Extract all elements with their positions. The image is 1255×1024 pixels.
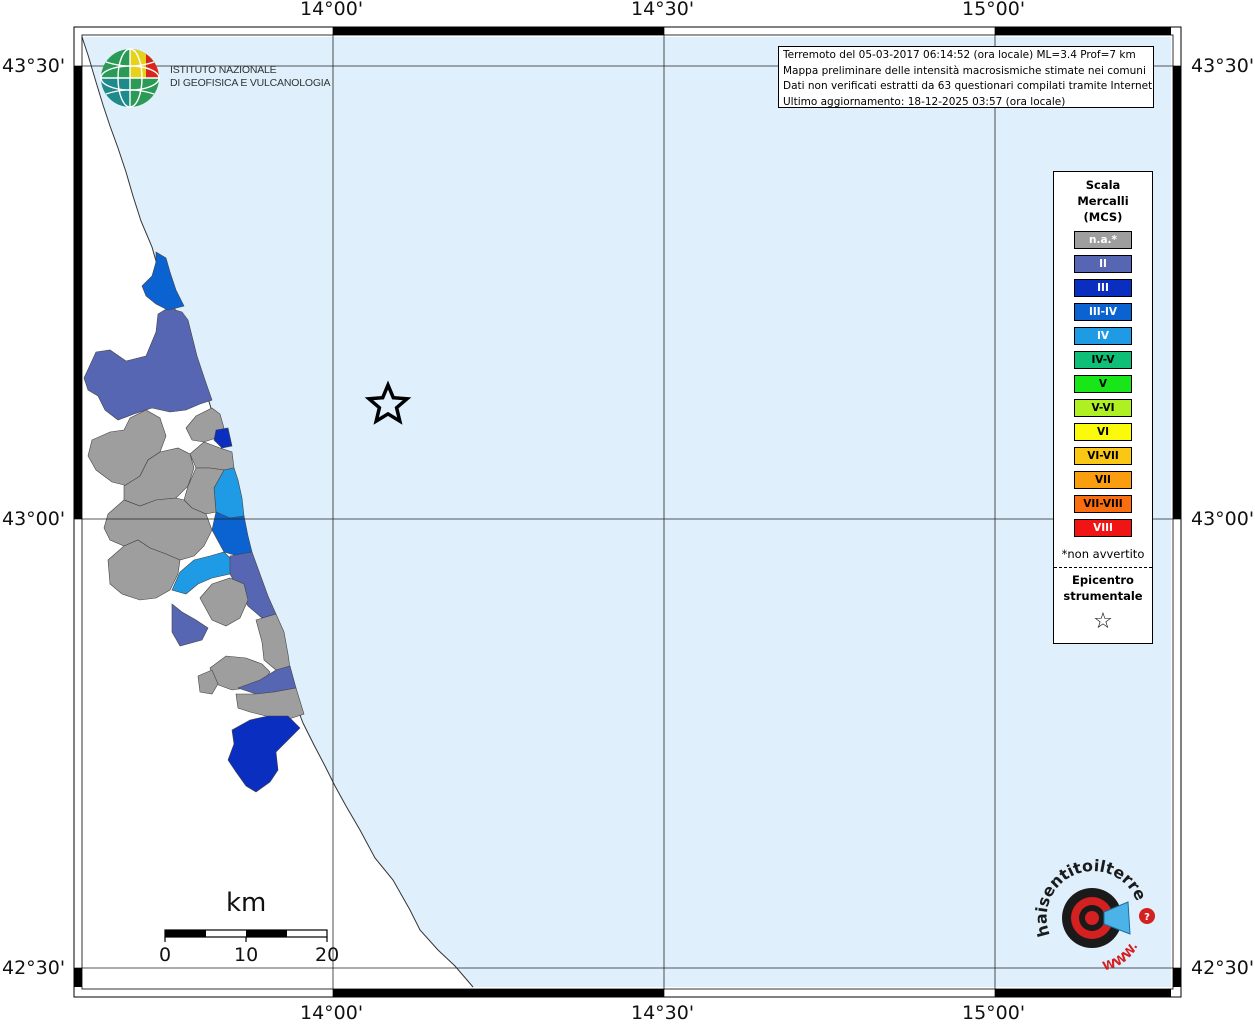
legend-item: IV-V <box>1074 351 1132 369</box>
institute-line-2: DI GEOFISICA E VULCANOLOGIA <box>170 77 331 89</box>
legend-star-icon: ☆ <box>1093 609 1113 634</box>
legend-item: VI <box>1074 423 1132 441</box>
legend-item: V <box>1074 375 1132 393</box>
lat-label-right-43-00: 43°00' <box>1191 508 1255 530</box>
lon-label-bottom-14-30: 14°30' <box>631 1002 695 1024</box>
legend-title: Scala Mercalli (MCS) <box>1054 177 1152 225</box>
legend-item: VIII <box>1074 519 1132 537</box>
info-line-1: Terremoto del 05-03-2017 06:14:52 (ora l… <box>783 49 1136 61</box>
lon-label-top-14-30: 14°30' <box>631 0 695 20</box>
lat-label-right-43-30: 43°30' <box>1191 55 1255 77</box>
legend-item: VII-VIII <box>1074 495 1132 513</box>
lat-label-left-43-30: 43°30' <box>2 55 66 77</box>
legend-item: II <box>1074 255 1132 273</box>
legend-note: *non avvertito <box>1061 547 1145 561</box>
legend-title-line-1: Scala <box>1085 178 1121 192</box>
info-line-2: Mappa preliminare delle intensità macros… <box>783 64 1146 77</box>
legend-item: VI-VII <box>1074 447 1132 465</box>
earthquake-info-box: Terremoto del 05-03-2017 06:14:52 (ora l… <box>778 46 1154 108</box>
legend-item: III <box>1074 279 1132 297</box>
mcs-legend: Scala Mercalli (MCS) n.a.* II III III-IV IV I… <box>1053 171 1153 644</box>
info-line-3: Dati non verificati estratti da 63 quest… <box>783 80 1154 92</box>
ingv-logo-icon <box>100 48 160 108</box>
legend-separator <box>1054 567 1152 568</box>
institute-line-1: ISTITUTO NAZIONALE <box>170 64 277 76</box>
legend-item: VII <box>1074 471 1132 489</box>
institute-name: ISTITUTO NAZIONALE DI GEOFISICA E VULCAN… <box>170 64 331 90</box>
lat-label-left-42-30: 42°30' <box>2 957 66 979</box>
lon-label-top-15-00: 15°00' <box>962 0 1026 20</box>
legend-epicenter-line-2: strumentale <box>1063 589 1143 603</box>
scale-tick-10: 10 <box>234 944 259 966</box>
legend-item: n.a.* <box>1074 231 1132 249</box>
info-line-4: Ultimo aggiornamento: 18-12-2025 03:57 (… <box>783 95 1066 108</box>
lat-label-left-43-00: 43°00' <box>2 508 66 530</box>
legend-item: III-IV <box>1074 303 1132 321</box>
legend-title-line-3: (MCS) <box>1083 210 1123 224</box>
scale-tick-0: 0 <box>159 944 172 966</box>
lon-label-top-14-00: 14°00' <box>300 0 364 20</box>
lon-label-bottom-14-00: 14°00' <box>300 1002 364 1024</box>
legend-epicenter-line-1: Epicentro <box>1072 573 1134 587</box>
legend-item: IV <box>1074 327 1132 345</box>
scale-title: km <box>226 888 267 918</box>
legend-items: n.a.* II III III-IV IV IV-V V V-VI VI VI-VII VII VI… <box>1054 231 1152 537</box>
lat-label-right-42-30: 42°30' <box>1191 957 1255 979</box>
legend-epicenter-label: Epicentro strumentale <box>1054 572 1152 604</box>
svg-text:?: ? <box>1144 912 1150 923</box>
lon-label-bottom-15-00: 15°00' <box>962 1002 1026 1024</box>
scale-tick-20: 20 <box>315 944 340 966</box>
legend-title-line-2: Mercalli <box>1077 194 1129 208</box>
legend-item: V-VI <box>1074 399 1132 417</box>
